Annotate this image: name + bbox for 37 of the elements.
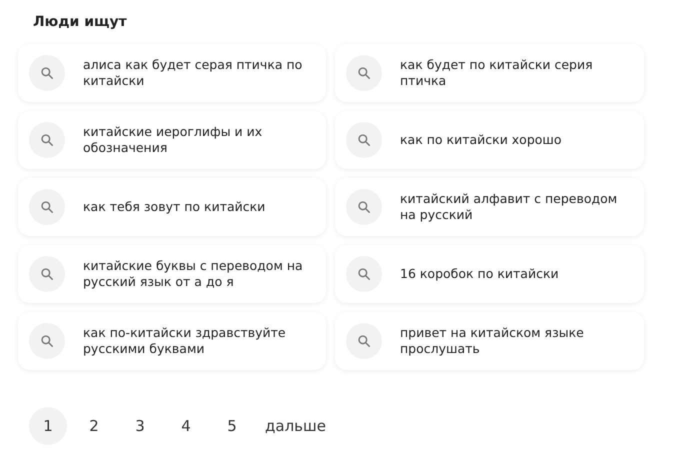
search-icon (346, 122, 382, 158)
suggestion-text: как будет по китайски серия птичка (400, 57, 594, 89)
suggestion-text: как по-китайски здравствуйте русскими буквами (83, 325, 287, 357)
suggestion-card[interactable]: как тебя зовут по китайски (18, 178, 326, 236)
suggestion-card[interactable]: алиса как будет серая птичка по китайски (18, 44, 326, 102)
suggestion-text: как тебя зовут по китайски (83, 199, 266, 215)
search-icon (346, 189, 382, 225)
suggestion-card[interactable]: как по китайски хорошо (335, 111, 644, 169)
section-title: Люди ищут (33, 13, 127, 32)
next-page-link[interactable]: дальше (265, 407, 326, 445)
search-icon (29, 122, 65, 158)
page-link[interactable]: 1 (29, 407, 67, 445)
suggestion-text: привет на китайском языке прослушать (400, 325, 585, 357)
search-icon (29, 323, 65, 359)
search-icon (346, 323, 382, 359)
page-link[interactable]: 2 (75, 407, 113, 445)
suggestion-text: китайский алфавит с переводом на русский (400, 191, 618, 223)
suggestion-text: китайские буквы с переводом на русский язык от а до я (83, 258, 304, 290)
page-link[interactable]: 3 (121, 407, 159, 445)
suggestion-card[interactable]: как будет по китайски серия птичка (335, 44, 644, 102)
suggestion-card[interactable]: китайский алфавит с переводом на русский (335, 178, 644, 236)
search-icon (29, 189, 65, 225)
suggestion-card[interactable]: 16 коробок по китайски (335, 245, 644, 303)
suggestion-text: алиса как будет серая птичка по китайски (83, 57, 304, 89)
suggestion-card[interactable]: привет на китайском языке прослушать (335, 312, 644, 370)
search-icon (29, 55, 65, 91)
search-icon (346, 55, 382, 91)
suggestion-text: как по китайски хорошо (400, 132, 562, 148)
search-icon (29, 256, 65, 292)
suggestion-card[interactable]: китайские буквы с переводом на русский язык от а до я (18, 245, 326, 303)
suggestion-card[interactable]: как по-китайски здравствуйте русскими буквами (18, 312, 326, 370)
suggestion-text: 16 коробок по китайски (400, 266, 559, 282)
page-link[interactable]: 5 (213, 407, 251, 445)
page-link[interactable]: 4 (167, 407, 205, 445)
suggestion-text: китайские иероглифы и их обозначения (83, 124, 264, 156)
search-icon (346, 256, 382, 292)
suggestion-card[interactable]: китайские иероглифы и их обозначения (18, 111, 326, 169)
